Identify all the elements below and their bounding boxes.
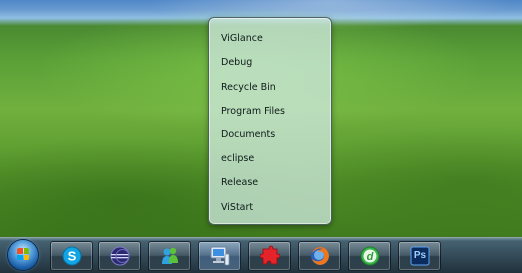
svg-text:d: d [367,251,374,263]
jump-list-menu: ViGlance Debug Recycle Bin Program Files… [208,17,332,225]
jump-item-viglance[interactable]: ViGlance [221,29,329,49]
firefox-icon [310,245,330,267]
eclipse-icon [110,245,130,267]
taskbar-button-puzzle[interactable] [248,241,291,271]
taskbar-button-computer[interactable] [198,241,241,271]
jump-item-program-files[interactable]: Program Files [221,102,329,122]
jump-item-release[interactable]: Release [221,173,329,193]
jump-item-recycle-bin[interactable]: Recycle Bin [221,78,329,98]
jump-item-documents[interactable]: Documents [221,125,329,145]
puzzle-icon [260,245,280,267]
jump-item-debug[interactable]: Debug [221,53,329,73]
taskbar-button-dreamweaver[interactable]: d [348,241,391,271]
photoshop-icon: Ps [410,245,430,267]
taskbar-button-messenger[interactable] [148,241,191,271]
taskbar: S d Ps [0,237,522,273]
start-button[interactable] [8,240,38,270]
taskbar-button-eclipse[interactable] [98,241,141,271]
photoshop-label: Ps [413,250,427,261]
skype-icon: S [62,245,82,267]
taskbar-button-firefox[interactable] [298,241,341,271]
taskbar-button-photoshop[interactable]: Ps [398,241,441,271]
jump-item-eclipse[interactable]: eclipse [221,149,329,169]
messenger-icon [160,245,180,267]
taskbar-button-skype[interactable]: S [50,241,93,271]
dreamweaver-icon: d [360,245,380,267]
windows-start-icon [17,248,29,260]
jump-item-vistart[interactable]: ViStart [221,198,329,218]
svg-text:S: S [68,249,77,264]
computer-icon [210,245,230,267]
